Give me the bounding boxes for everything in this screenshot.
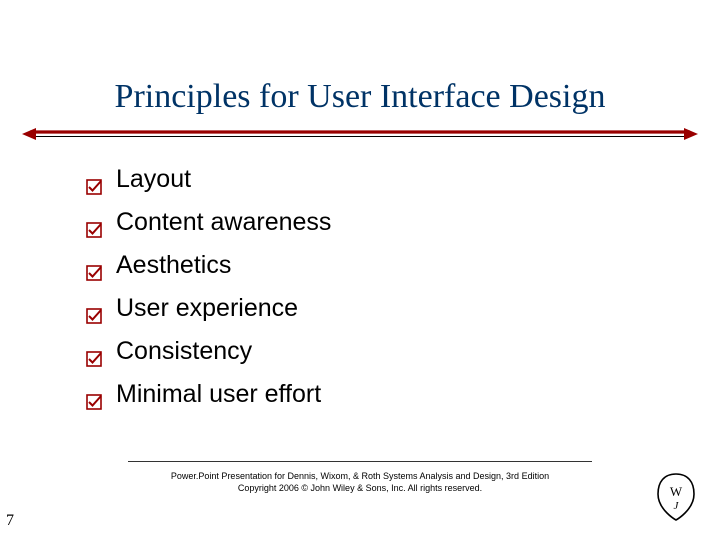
svg-text:W: W [670,484,683,499]
svg-text:J: J [674,500,680,512]
checkbox-icon [86,345,102,361]
footer-line-1: Power.Point Presentation for Dennis, Wix… [0,470,720,482]
list-item: Consistency [86,330,331,373]
list-item: Minimal user effort [86,373,331,416]
list-item-label: Aesthetics [116,251,231,280]
list-item-label: Consistency [116,337,252,366]
checkbox-icon [86,259,102,275]
title-underline [22,128,698,140]
list-item: Content awareness [86,201,331,244]
checkbox-icon [86,302,102,318]
list-item-label: User experience [116,294,298,323]
slide: Principles for User Interface Design Lay… [0,0,720,540]
checkbox-icon [86,173,102,189]
list-item-label: Minimal user effort [116,380,321,409]
arrow-divider [22,128,698,140]
footer-rule [128,461,592,462]
checkbox-icon [86,388,102,404]
checkbox-icon [86,216,102,232]
bullet-list: Layout Content awareness Aesthetics User… [86,158,331,416]
footer-line-2: Copyright 2006 © John Wiley & Sons, Inc.… [0,482,720,494]
slide-title: Principles for User Interface Design [0,78,720,116]
slide-number: 7 [6,512,14,530]
publisher-logo: W J [654,472,698,522]
list-item: Layout [86,158,331,201]
list-item: Aesthetics [86,244,331,287]
list-item-label: Content awareness [116,208,331,237]
list-item-label: Layout [116,165,191,194]
list-item: User experience [86,287,331,330]
footer-text: Power.Point Presentation for Dennis, Wix… [0,470,720,494]
